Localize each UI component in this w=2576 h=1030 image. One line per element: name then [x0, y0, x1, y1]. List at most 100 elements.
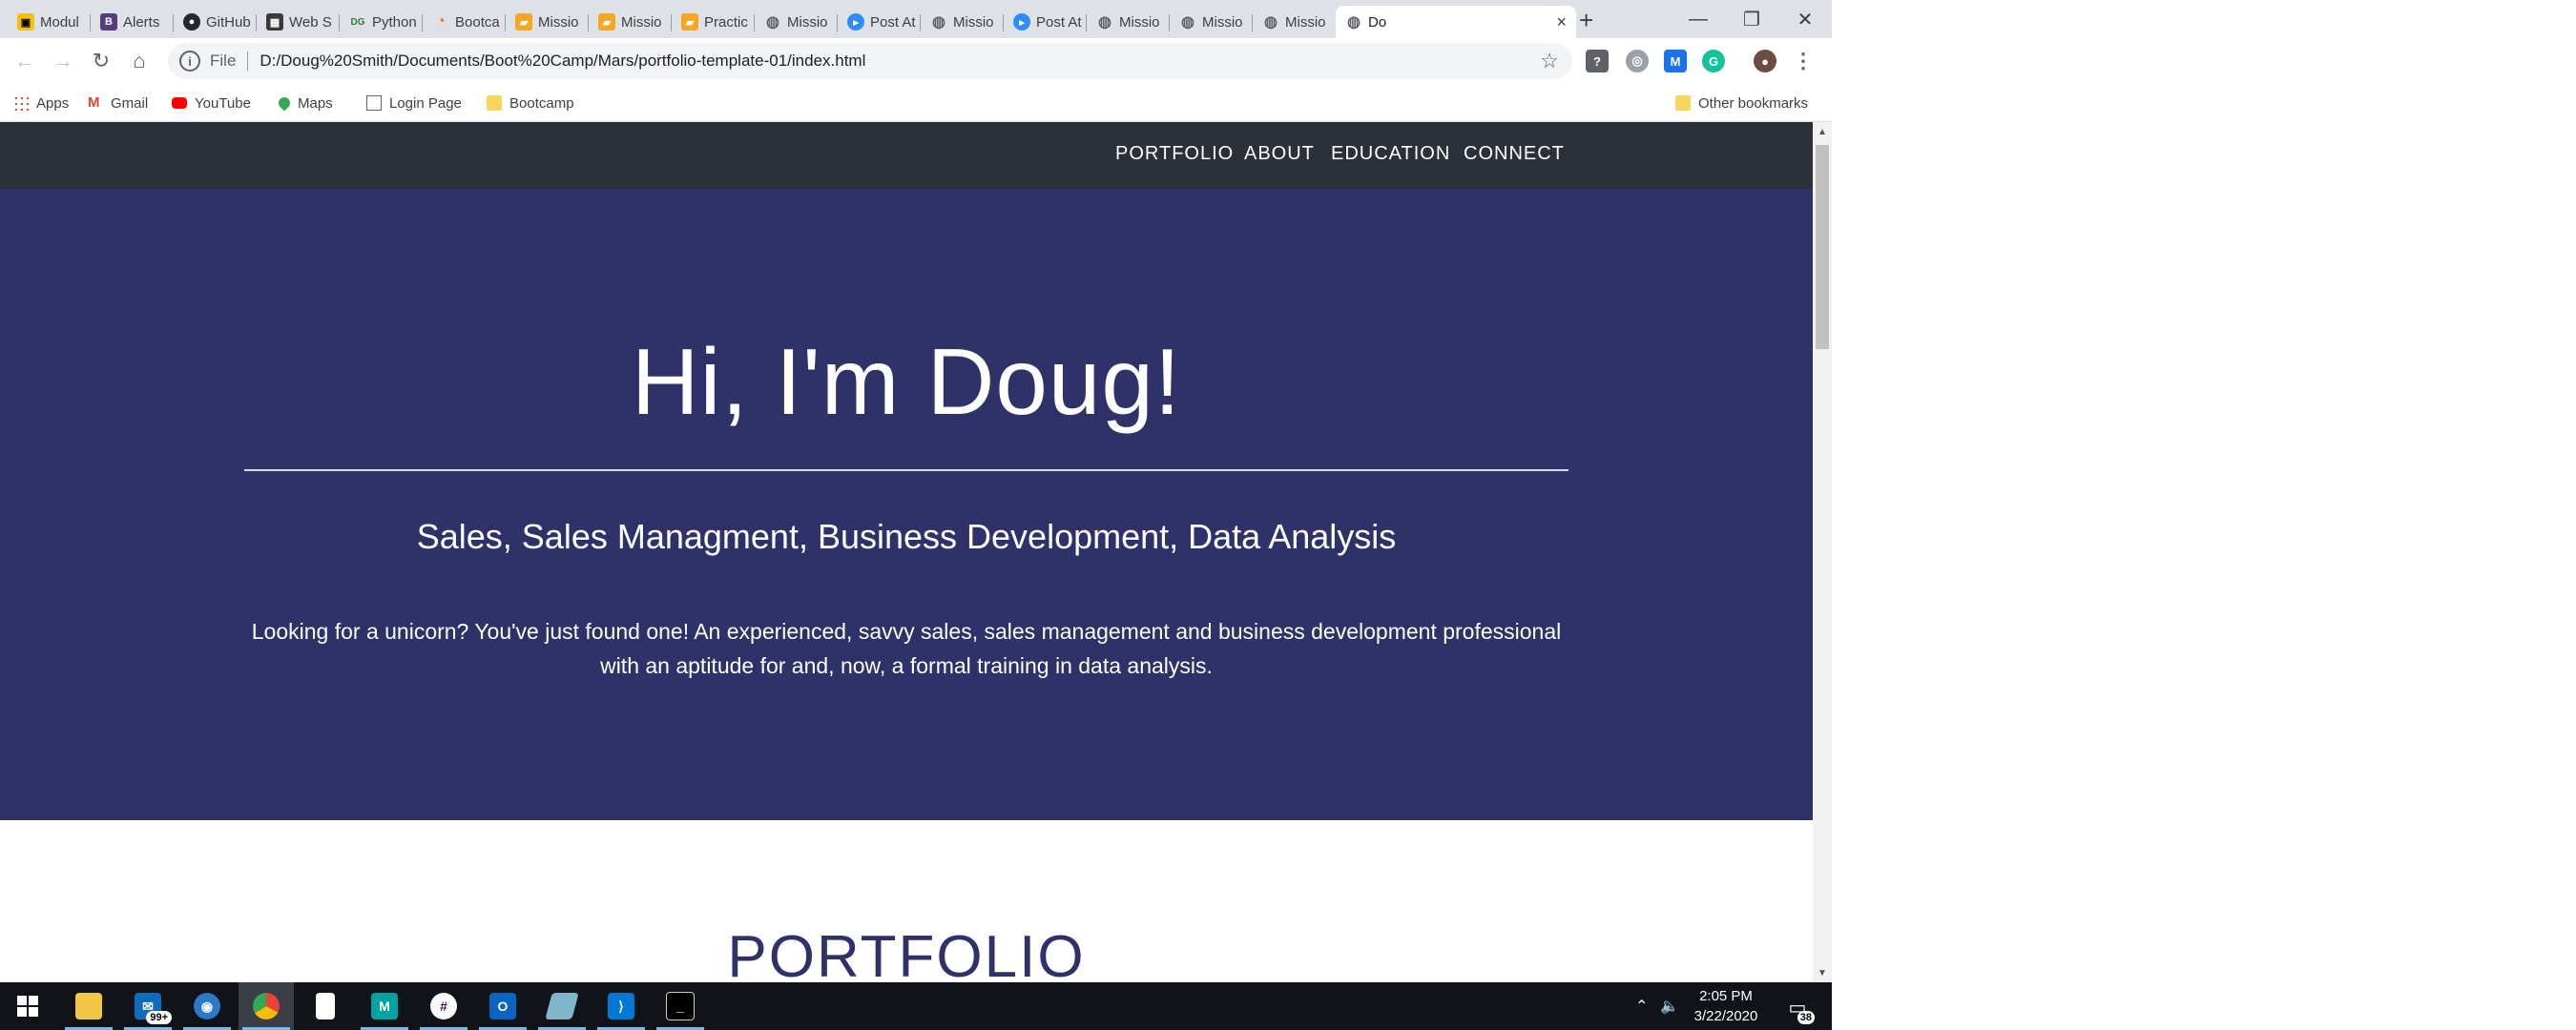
start-button[interactable] [0, 982, 55, 1030]
tab[interactable]: ▣ Modul [8, 6, 91, 38]
tab[interactable]: ◍ Missio [1253, 6, 1336, 38]
bootstrap-icon: B [100, 13, 117, 31]
bookmark-gmail[interactable]: M Gmail [88, 92, 148, 114]
bookmark-apps[interactable]: Apps [13, 92, 69, 114]
gmail-icon: M [88, 94, 100, 111]
taskbar-app-tool[interactable] [534, 982, 590, 1030]
menu-kebab-icon[interactable]: ⋮ [1792, 49, 1815, 72]
scroll-up-arrow-icon[interactable]: ▲ [1813, 122, 1832, 141]
page-icon [366, 95, 382, 111]
tab[interactable]: ▸ Post At [838, 6, 921, 38]
tab[interactable]: B Alerts [91, 6, 174, 38]
globe-icon: ◍ [1347, 14, 1361, 31]
taskbar-outlook[interactable]: O [475, 982, 530, 1030]
extension-icon[interactable]: ◎ [1626, 50, 1649, 72]
tab[interactable]: ▦ Web S [257, 6, 340, 38]
tab[interactable]: ▸ Post At [1004, 6, 1087, 38]
globe-icon: ◍ [1181, 14, 1195, 31]
tab-title: Missio [538, 13, 579, 31]
tab[interactable]: ◍ Missio [755, 6, 838, 38]
tab[interactable]: ▰ Missio [506, 6, 589, 38]
globe-icon: ◍ [1098, 14, 1111, 31]
slides-icon: ▰ [515, 13, 532, 31]
bookmark-login-page[interactable]: Login Page [366, 92, 462, 114]
tray-chevron-icon[interactable]: ⌃ [1635, 982, 1648, 1030]
vertical-scrollbar[interactable]: ▲ ▼ [1813, 122, 1832, 982]
tab[interactable]: ▰ Missio [589, 6, 672, 38]
minimize-button[interactable]: — [1672, 0, 1725, 38]
tab-active[interactable]: ◍ Do × [1336, 6, 1576, 38]
nav-link-about[interactable]: ABOUT [1244, 143, 1315, 165]
new-tab-button[interactable]: + [1579, 6, 1593, 35]
folder-icon [1675, 95, 1691, 111]
taskbar-vscode[interactable]: ⟩ [593, 982, 649, 1030]
home-icon[interactable]: ⌂ [126, 48, 153, 74]
tab[interactable]: ● GitHub [174, 6, 257, 38]
taskbar-notepad[interactable] [298, 982, 353, 1030]
taskbar-mail[interactable]: ✉ 99+ [120, 982, 176, 1030]
reload-icon[interactable]: ↻ [88, 48, 114, 74]
close-tab-icon[interactable]: × [1556, 12, 1567, 32]
clock-date: 3/22/2020 [1693, 1008, 1758, 1024]
tab[interactable]: ◍ Missio [1087, 6, 1170, 38]
bookmark-label: Other bookmarks [1698, 94, 1809, 112]
m-extension-icon[interactable]: M [1664, 50, 1687, 72]
taskbar-file-explorer[interactable] [61, 982, 116, 1030]
outlook-icon: O [489, 993, 516, 1020]
bookmark-label: Apps [36, 94, 70, 112]
bookmarks-bar: Apps M Gmail YouTube Maps Login Page Boo… [0, 84, 1832, 122]
circle-app-icon: ◉ [194, 993, 220, 1020]
info-icon[interactable]: i [179, 51, 200, 72]
taskbar-clock[interactable]: 2:05 PM 3/22/2020 [1673, 986, 1778, 1026]
help-extension-icon[interactable]: ? [1586, 50, 1609, 72]
dg-icon: DG [350, 16, 365, 28]
back-arrow-icon[interactable]: ← [11, 48, 38, 74]
taskbar-app-m[interactable]: M [357, 982, 412, 1030]
document-icon [316, 993, 335, 1020]
other-bookmarks[interactable]: Other bookmarks [1675, 92, 1808, 114]
nav-link-portfolio[interactable]: PORTFOLIO [1115, 143, 1234, 165]
close-window-button[interactable]: ✕ [1778, 0, 1832, 38]
bookmark-youtube[interactable]: YouTube [172, 92, 251, 114]
nav-link-education[interactable]: EDUCATION [1331, 143, 1450, 165]
youtube-icon [172, 97, 187, 109]
action-center-icon[interactable]: ▭ 38 [1782, 992, 1815, 1024]
tab-title: Modul [40, 13, 79, 31]
tab[interactable]: ▰ Practic [672, 6, 755, 38]
taskbar-slack[interactable]: # [416, 982, 471, 1030]
taskbar-chrome[interactable] [239, 982, 294, 1030]
profile-avatar[interactable]: ● [1754, 50, 1776, 72]
taskbar-terminal[interactable]: _ [653, 982, 708, 1030]
clock-time: 2:05 PM [1699, 988, 1753, 1004]
bookmark-bootcamp[interactable]: Bootcamp [487, 92, 574, 114]
forward-arrow-icon[interactable]: → [50, 48, 76, 74]
vscode-icon: ⟩ [608, 993, 634, 1020]
hero-section: Hi, I'm Doug! Sales, Sales Managment, Bu… [0, 189, 1813, 820]
restore-button[interactable]: ❐ [1725, 0, 1778, 38]
bookmark-maps[interactable]: Maps [276, 92, 333, 114]
tab[interactable]: ◔ Bootca [423, 6, 506, 38]
scroll-down-arrow-icon[interactable]: ▼ [1813, 963, 1832, 982]
blank-area [1832, 0, 2576, 1030]
globe-icon: ◍ [932, 14, 945, 31]
grammarly-icon[interactable]: G [1702, 50, 1725, 72]
taskbar-app[interactable]: ◉ [179, 982, 235, 1030]
scrollbar-thumb[interactable] [1816, 145, 1829, 349]
url-text[interactable]: D:/Doug%20Smith/Documents/Boot%20Camp/Ma… [260, 52, 865, 71]
folder-icon [487, 95, 502, 111]
hero-divider [244, 469, 1568, 471]
tab-title: Missio [621, 13, 662, 31]
address-bar[interactable]: i File D:/Doug%20Smith/Documents/Boot%20… [168, 43, 1572, 79]
windows-logo-icon [17, 996, 38, 1017]
tab[interactable]: ◍ Missio [1170, 6, 1253, 38]
nav-link-connect[interactable]: CONNECT [1464, 143, 1565, 165]
tab[interactable]: ◍ Missio [921, 6, 1004, 38]
bookmark-star-icon[interactable]: ☆ [1540, 49, 1559, 73]
tab[interactable]: DG Python [340, 6, 423, 38]
bookmark-label: Maps [298, 94, 333, 112]
folder-icon [75, 993, 102, 1020]
globe-icon: ◍ [766, 14, 779, 31]
desktop-screen: ▣ Modul B Alerts ● GitHub ▦ Web S DG Pyt… [0, 0, 1832, 1030]
zoom-icon: ▸ [847, 13, 864, 31]
tab-title: Missio [1285, 13, 1326, 31]
